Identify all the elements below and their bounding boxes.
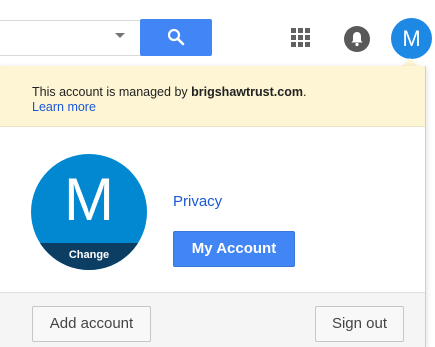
sign-out-button[interactable]: Sign out [315, 306, 404, 342]
notice-domain: brigshawtrust.com [191, 85, 303, 99]
top-bar: M [0, 0, 435, 68]
notice-text: This account is managed by [32, 85, 192, 99]
privacy-link[interactable]: Privacy [173, 193, 222, 210]
account-popup: This account is managed by brigshawtrust… [0, 66, 426, 347]
learn-more-link[interactable]: Learn more [32, 100, 96, 114]
search-icon [167, 28, 185, 46]
change-photo-button[interactable]: Change [31, 243, 147, 270]
popup-footer: Add account Sign out [0, 292, 425, 347]
search-input[interactable] [0, 20, 141, 56]
notifications-button[interactable] [344, 26, 370, 52]
managed-account-notice: This account is managed by brigshawtrust… [0, 66, 425, 127]
search-button[interactable] [140, 19, 212, 56]
add-account-button[interactable]: Add account [32, 306, 151, 342]
search-dropdown-arrow-icon[interactable] [115, 33, 125, 38]
my-account-button[interactable]: My Account [173, 231, 295, 267]
profile-avatar-letter: M [64, 166, 114, 233]
account-avatar-button[interactable]: M [391, 18, 432, 59]
apps-grid-icon[interactable] [290, 27, 312, 49]
notice-suffix: . [302, 85, 307, 99]
bell-icon [351, 32, 363, 47]
profile-avatar[interactable]: M Change [31, 154, 147, 270]
avatar-letter: M [402, 25, 421, 51]
